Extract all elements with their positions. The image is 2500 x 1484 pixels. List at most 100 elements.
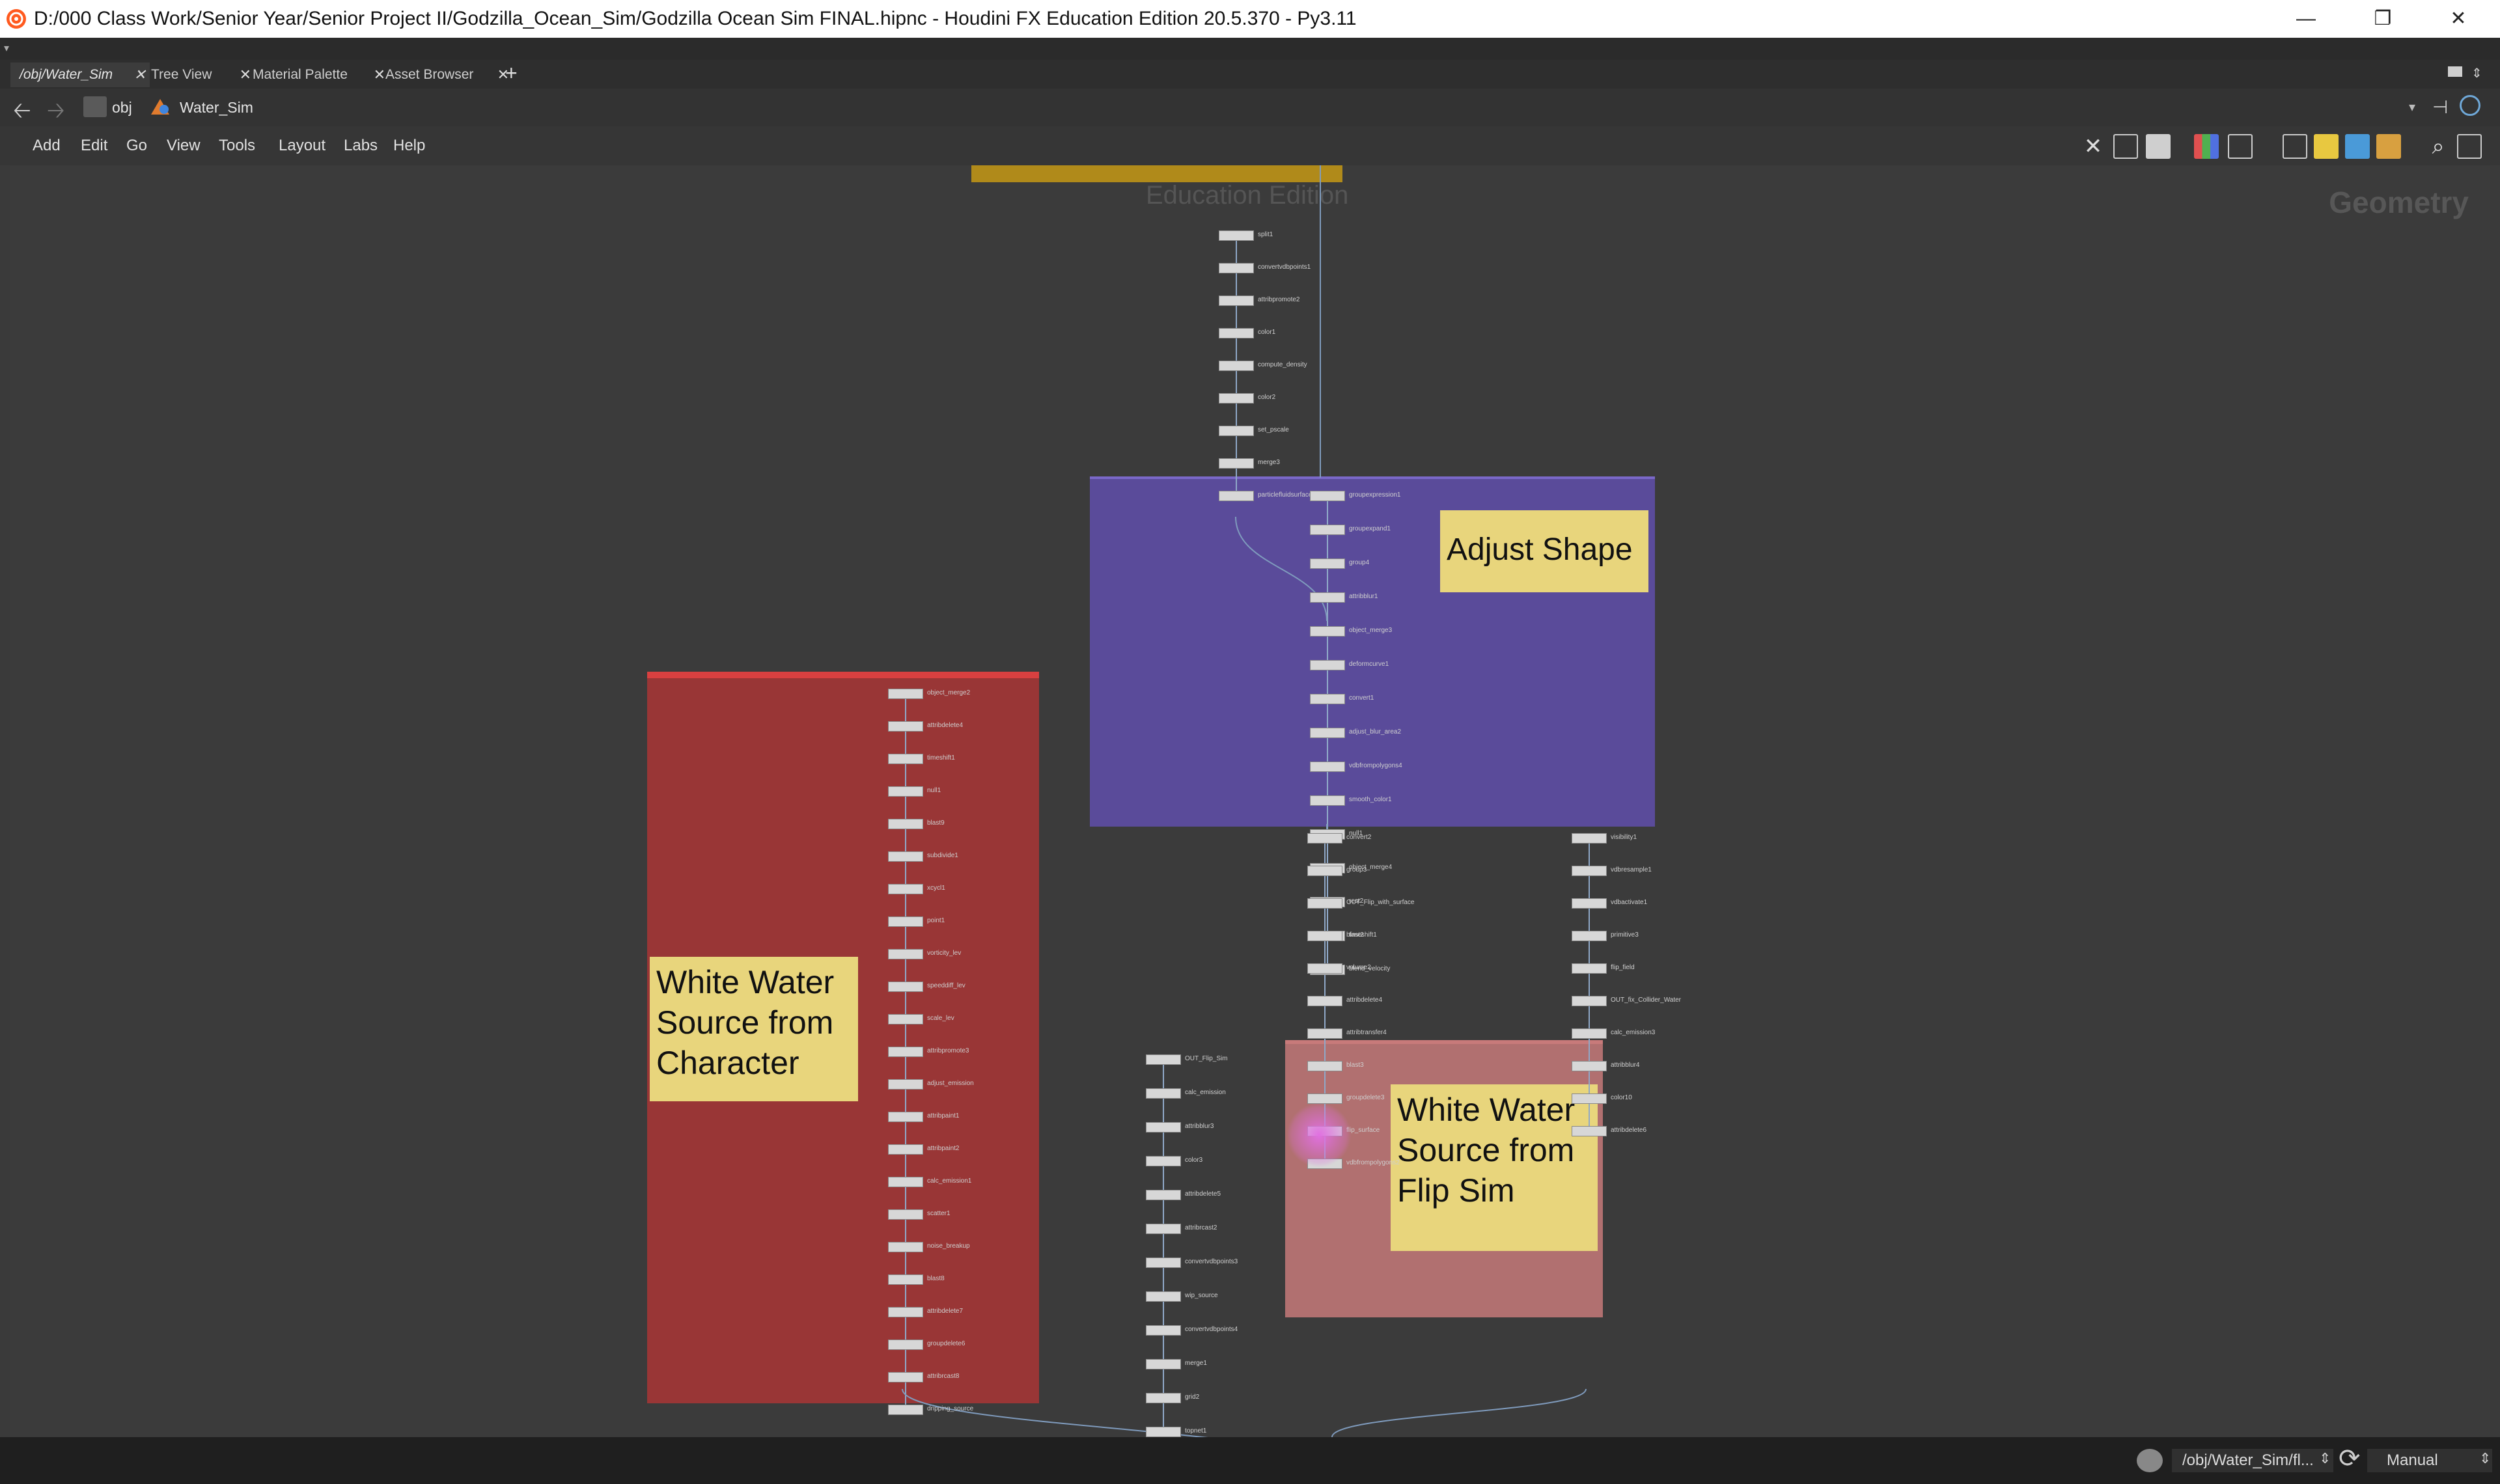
node-convert1[interactable] [1310, 694, 1345, 704]
node-deformcurve1[interactable] [1310, 660, 1345, 670]
node-null1[interactable] [888, 786, 923, 797]
shape-palette-icon[interactable] [2228, 134, 2253, 159]
node-attribblur1[interactable] [1310, 592, 1345, 603]
node-convertvdbpoints4[interactable] [1146, 1325, 1181, 1336]
cook-mode-select[interactable]: Manual [2367, 1449, 2492, 1472]
node-primitive3[interactable] [1572, 931, 1607, 941]
node-groupexpand1[interactable] [1310, 525, 1345, 535]
node-vdbfrompolygons4[interactable] [1310, 762, 1345, 772]
node-smooth_color1[interactable] [1310, 795, 1345, 806]
list-view-icon[interactable] [2146, 134, 2171, 159]
node-object_merge3[interactable] [1310, 626, 1345, 637]
node-xcycl1[interactable] [888, 884, 923, 894]
node-attribdelete4[interactable] [888, 721, 923, 732]
menu-view[interactable]: View [167, 137, 201, 155]
node-adjust_emission[interactable] [888, 1079, 923, 1090]
tab-material-palette[interactable]: Material Palette ✕ [243, 62, 389, 87]
node-color10[interactable] [1572, 1093, 1607, 1104]
folder-icon[interactable] [2376, 134, 2401, 159]
node-convertvdbpoints1[interactable] [1219, 263, 1254, 273]
minimize-button[interactable]: — [2280, 4, 2332, 34]
breadcrumb-obj[interactable]: obj [112, 99, 132, 117]
node-scale_lev[interactable] [888, 1014, 923, 1024]
link-pane-icon[interactable] [2460, 95, 2480, 116]
node-point1[interactable] [888, 916, 923, 927]
pin-icon[interactable]: ⊣ [2432, 96, 2448, 118]
cook-mode-dropdown-icon[interactable]: ⇕ [2479, 1450, 2491, 1467]
node-visibility1[interactable] [1572, 833, 1607, 844]
pane-menu-icon[interactable] [2448, 66, 2462, 77]
node-subdivide1[interactable] [888, 851, 923, 862]
menu-help[interactable]: Help [393, 137, 425, 155]
pane-expand-icon[interactable]: ⇕ [2471, 65, 2482, 81]
node-object_merge2[interactable] [888, 689, 923, 699]
background-image-icon[interactable] [2345, 134, 2370, 159]
node-dripping_source[interactable] [888, 1405, 923, 1415]
node-particlefluidsurface1[interactable] [1219, 491, 1254, 501]
node-group4[interactable] [1310, 558, 1345, 569]
breadcrumb-water-sim[interactable]: Water_Sim [180, 99, 253, 117]
node-speeddiff_lev[interactable] [888, 982, 923, 992]
node-blast8[interactable] [888, 1274, 923, 1285]
node-convertvdbpoints3[interactable] [1146, 1257, 1181, 1268]
node-blast2[interactable] [1307, 931, 1342, 941]
node-OUT_Flip_Sim[interactable] [1146, 1054, 1181, 1065]
tab-asset-browser[interactable]: Asset Browser ✕ [376, 62, 513, 87]
node-vdbresample1[interactable] [1572, 866, 1607, 876]
node-noise_breakup[interactable] [888, 1242, 923, 1252]
path-dropdown-icon[interactable]: ▾ [2409, 99, 2415, 115]
node-wip_source[interactable] [1146, 1291, 1181, 1302]
tab-water-sim[interactable]: /obj/Water_Sim ✕ [10, 62, 150, 87]
node-attribblur4[interactable] [1572, 1061, 1607, 1071]
node-calc_emission[interactable] [1146, 1088, 1181, 1099]
pane-collapse-icon[interactable]: ▾ [4, 42, 9, 55]
node-blast9[interactable] [888, 819, 923, 829]
node-calc_emission3[interactable] [1572, 1028, 1607, 1039]
view-options-icon[interactable] [2457, 134, 2482, 159]
node-scatter1[interactable] [888, 1209, 923, 1220]
maximize-button[interactable]: ❐ [2357, 4, 2409, 34]
menu-add[interactable]: Add [33, 137, 61, 155]
node-set_pscale[interactable] [1219, 426, 1254, 436]
node-attribblur3[interactable] [1146, 1122, 1181, 1133]
node-attribpromote3[interactable] [888, 1047, 923, 1057]
menu-layout[interactable]: Layout [279, 137, 326, 155]
node-topnet1[interactable] [1146, 1427, 1181, 1437]
node-timeshift1[interactable] [888, 754, 923, 764]
tab-tree-view[interactable]: Tree View ✕ [142, 62, 255, 87]
node-split1[interactable] [1219, 230, 1254, 241]
node-calc_emission1[interactable] [888, 1177, 923, 1187]
path-stepper-icon[interactable]: ⇕ [2319, 1450, 2331, 1467]
menu-edit[interactable]: Edit [81, 137, 107, 155]
close-window-button[interactable]: ✕ [2432, 4, 2484, 34]
node-vdbactivate1[interactable] [1572, 898, 1607, 909]
menu-labs[interactable]: Labs [344, 137, 378, 155]
cook-refresh-icon[interactable]: ⟳ [2339, 1444, 2361, 1474]
wrench-icon[interactable]: ✕ [2081, 134, 2105, 159]
network-box-icon[interactable] [2283, 134, 2307, 159]
status-path-field[interactable]: /obj/Water_Sim/fl... [2172, 1449, 2333, 1472]
node-attribdelete4[interactable] [1307, 996, 1342, 1006]
node-attribdelete5[interactable] [1146, 1190, 1181, 1200]
node-blast3[interactable] [1307, 1061, 1342, 1071]
node-convert2[interactable] [1307, 833, 1342, 844]
sticky-note-icon[interactable] [2314, 134, 2339, 159]
tree-layout-icon[interactable] [2113, 134, 2138, 159]
node-groupexpression1[interactable] [1310, 491, 1345, 501]
node-attribdelete7[interactable] [888, 1307, 923, 1317]
menu-go[interactable]: Go [126, 137, 147, 155]
node-attribpaint1[interactable] [888, 1112, 923, 1122]
add-tab-button[interactable]: + [505, 61, 518, 85]
node-color1[interactable] [1219, 328, 1254, 338]
node-merge1[interactable] [1146, 1359, 1181, 1369]
network-editor[interactable]: Education Edition Geometry Adjust Shape … [10, 165, 2490, 1437]
node-color3[interactable] [1146, 1156, 1181, 1166]
node-attribrcast2[interactable] [1146, 1224, 1181, 1234]
node-groupdelete3[interactable] [1307, 1093, 1342, 1104]
node-attribpaint2[interactable] [888, 1144, 923, 1155]
node-compute_density[interactable] [1219, 361, 1254, 371]
node-merge3[interactable] [1219, 458, 1254, 469]
node-flip_field[interactable] [1572, 963, 1607, 974]
color-palette-icon[interactable] [2194, 134, 2219, 159]
node-volume2[interactable] [1307, 963, 1342, 974]
